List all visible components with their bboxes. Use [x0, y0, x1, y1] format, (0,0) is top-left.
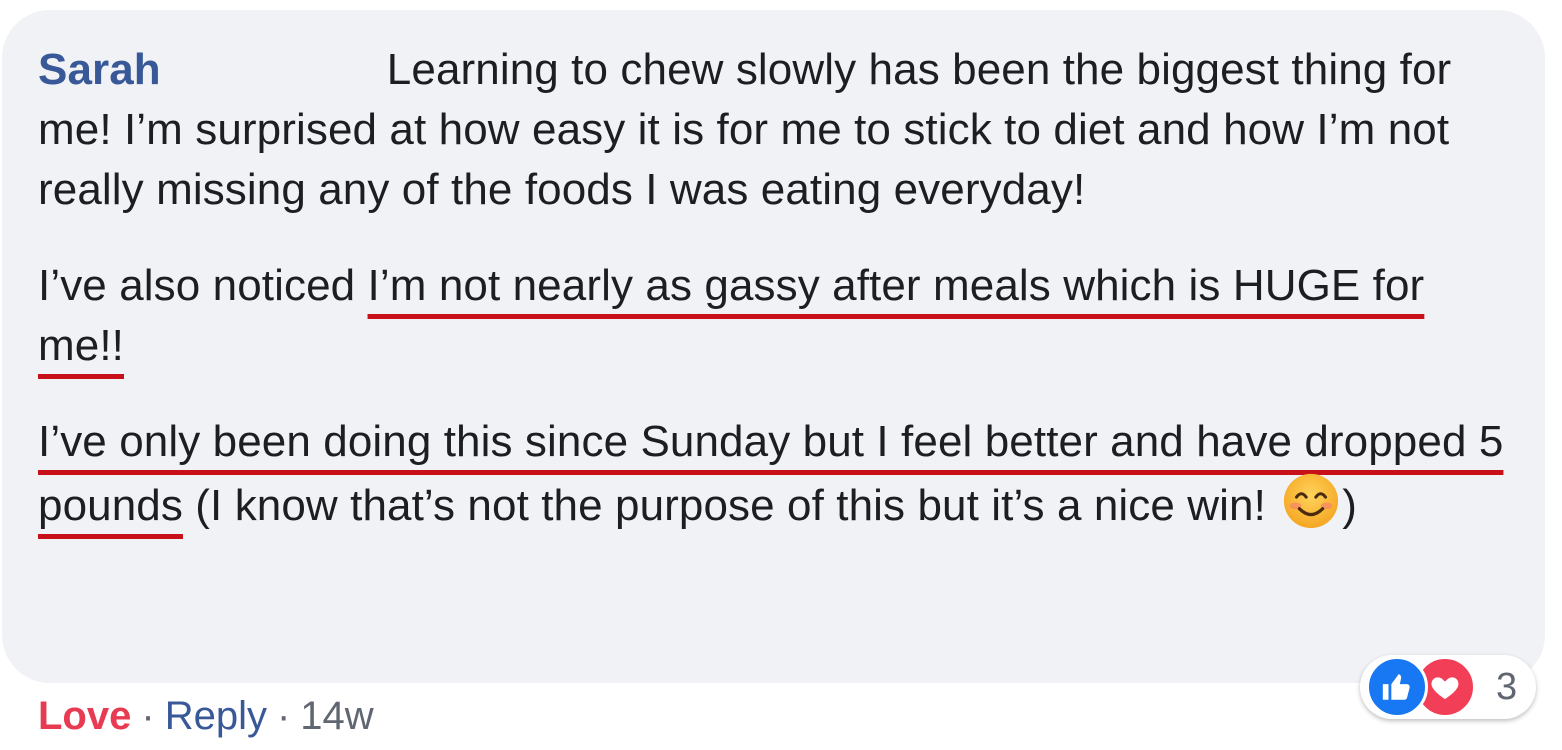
separator-dot: · [141, 694, 155, 738]
comment-text-1: Learning to chew slowly has been the big… [38, 45, 1452, 214]
comment-author[interactable]: Sarah [38, 45, 161, 94]
love-reaction-button[interactable]: Love [38, 694, 131, 738]
comment-text-3-close: ) [1342, 481, 1358, 530]
reaction-count: 3 [1496, 665, 1518, 708]
comment-text-2-lead: I’ve also noticed [38, 261, 368, 310]
reply-button[interactable]: Reply [165, 694, 267, 738]
reactions-summary[interactable]: 3 [1360, 655, 1536, 719]
comment-paragraph-1: Sarah Learning to chew slowly has been th… [38, 40, 1511, 220]
comment-text-3-tail: (I know that’s not the purpose of this b… [182, 481, 1279, 530]
comment-paragraph-2: I’ve also noticed I’m not nearly as gass… [38, 256, 1511, 376]
comment-timestamp[interactable]: 14w [300, 694, 373, 738]
comment-actions: Love · Reply · 14w [38, 690, 374, 742]
like-icon [1366, 656, 1428, 718]
comment-paragraph-3: I’ve only been doing this since Sunday b… [38, 412, 1511, 536]
smiling-face-emoji-icon [1284, 473, 1339, 529]
separator-dot: · [276, 694, 291, 738]
comment-bubble: Sarah Learning to chew slowly has been th… [2, 10, 1545, 683]
